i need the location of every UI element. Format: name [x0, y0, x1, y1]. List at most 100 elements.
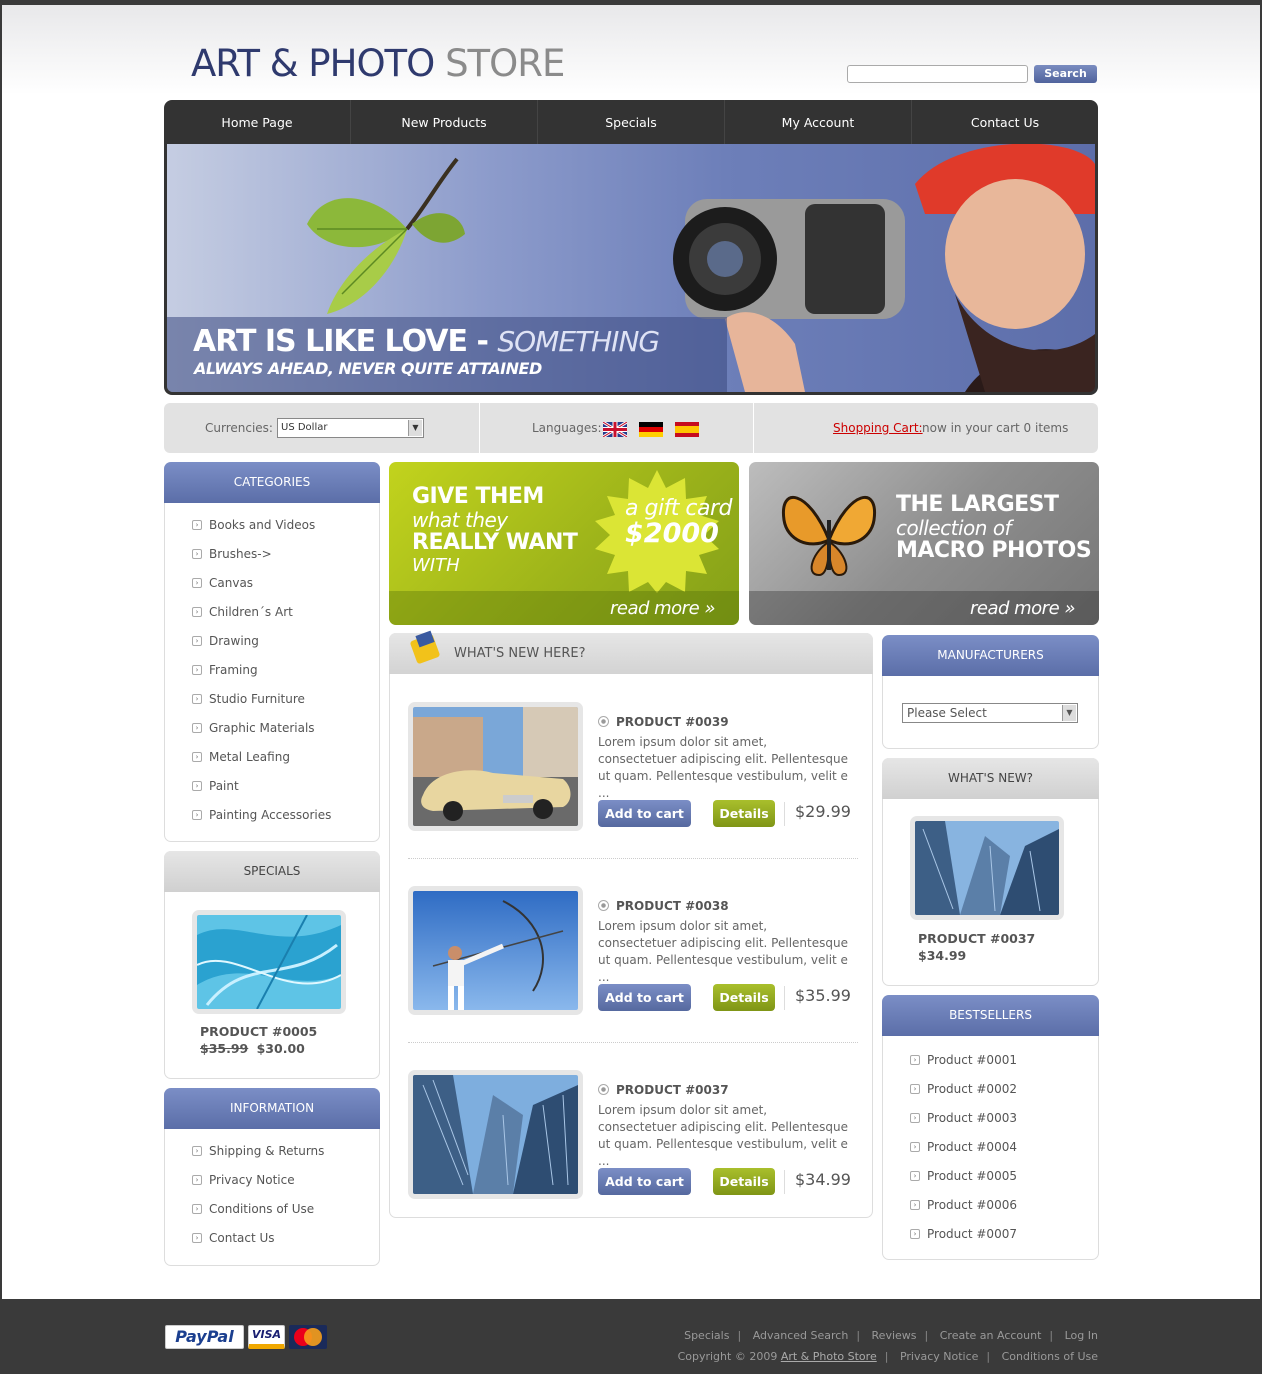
nav-new-products[interactable]: New Products [351, 100, 538, 144]
manufacturers-select-value: Please Select [907, 706, 987, 720]
product-image[interactable] [408, 702, 583, 831]
pipe-divider: | [856, 1329, 861, 1342]
product-name[interactable]: PRODUCT #0039 [598, 715, 729, 729]
footer: PayPal VISA Specials | Advanced Search | R… [0, 1299, 1262, 1374]
bestsellers-list: › Product #0001 › Product #0002 › Product #… [910, 1052, 1017, 1255]
bestsellers-title: BESTSELLERS [882, 995, 1099, 1036]
specials-product-image[interactable] [192, 910, 346, 1014]
categories-title: CATEGORIES [164, 462, 380, 503]
macro-photos-promo[interactable]: THE LARGEST collection of MACRO PHOTOS r… [749, 462, 1099, 625]
pipe-divider: | [737, 1329, 742, 1342]
product-image[interactable] [408, 886, 583, 1015]
category-item[interactable]: › Paint [192, 778, 331, 807]
toolbar-divider [479, 403, 480, 453]
gift-read-more-link[interactable]: read more » [610, 598, 716, 619]
product-name[interactable]: PRODUCT #0037 [598, 1083, 729, 1097]
radio-icon [598, 1084, 609, 1095]
category-item[interactable]: › Metal Leafing [192, 749, 331, 778]
bestseller-item[interactable]: › Product #0001 [910, 1052, 1017, 1081]
copyright-store-link[interactable]: Art & Photo Store [781, 1350, 877, 1363]
nav-my-account[interactable]: My Account [725, 100, 912, 144]
nav-home[interactable]: Home Page [164, 100, 351, 144]
category-item[interactable]: › Framing [192, 662, 331, 691]
macro-read-more-link[interactable]: read more » [970, 598, 1076, 619]
category-item[interactable]: › Painting Accessories [192, 807, 331, 836]
product-description: Lorem ipsum dolor sit amet, consectetuer… [598, 1103, 848, 1168]
add-to-cart-button[interactable]: Add to cart [598, 800, 691, 827]
category-item[interactable]: › Drawing [192, 633, 331, 662]
radio-icon [598, 900, 609, 911]
banner-title: ART IS LIKE LOVE - SOMETHING [193, 324, 660, 359]
nav-contact-us[interactable]: Contact Us [912, 100, 1098, 144]
currency-select[interactable]: US Dollar ▼ [277, 418, 424, 438]
footer-link-advanced-search[interactable]: Advanced Search [753, 1329, 849, 1342]
add-to-cart-button[interactable]: Add to cart [598, 1168, 691, 1195]
flag-germany-icon[interactable] [639, 422, 663, 437]
product-name[interactable]: PRODUCT #0038 [598, 899, 729, 913]
bestseller-item[interactable]: › Product #0006 [910, 1197, 1017, 1226]
category-item[interactable]: › Canvas [192, 575, 331, 604]
footer-conditions-link[interactable]: Conditions of Use [1002, 1350, 1098, 1363]
arrow-bullet-icon: › [192, 694, 202, 704]
blue-abstract-image [197, 915, 341, 1009]
add-to-cart-button[interactable]: Add to cart [598, 984, 691, 1011]
search-button[interactable]: Search [1034, 65, 1097, 83]
footer-links: Specials | Advanced Search | Reviews | Crea… [684, 1329, 1098, 1342]
info-item[interactable]: › Shipping & Returns [192, 1143, 324, 1172]
bestseller-item[interactable]: › Product #0005 [910, 1168, 1017, 1197]
footer-copyright: Copyright © 2009 Art & Photo Store | Priv… [678, 1350, 1098, 1363]
bestseller-item[interactable]: › Product #0002 [910, 1081, 1017, 1110]
side-product-price: $34.99 [918, 948, 967, 963]
pipe-divider: | [986, 1350, 991, 1363]
whats-new-title: WHAT'S NEW HERE? [454, 646, 586, 661]
toolbar: Currencies: US Dollar ▼ Languages: Shopp… [164, 403, 1098, 453]
details-button[interactable]: Details [713, 984, 775, 1011]
dropdown-arrow-icon: ▼ [408, 420, 422, 436]
footer-link-create-account[interactable]: Create an Account [940, 1329, 1042, 1342]
details-button[interactable]: Details [713, 800, 775, 827]
flag-uk-icon[interactable] [603, 422, 627, 437]
product-price: $34.99 [795, 1170, 851, 1189]
gift-card-promo[interactable]: GIVE THEM what they REALLY WANT WITH a g… [389, 462, 739, 625]
category-item[interactable]: › Books and Videos [192, 517, 331, 546]
gift-line-2: what they [412, 508, 508, 532]
arrow-bullet-icon: › [192, 607, 202, 617]
category-item[interactable]: › Graphic Materials [192, 720, 331, 749]
arrow-bullet-icon: › [192, 1146, 202, 1156]
manufacturers-select[interactable]: Please Select ▼ [902, 703, 1078, 723]
shopping-cart-link[interactable]: Shopping Cart: [833, 421, 923, 435]
categories-box: CATEGORIES › Books and Videos › Brushes-> … [164, 462, 380, 842]
product-image[interactable] [408, 1070, 583, 1199]
details-button[interactable]: Details [713, 1168, 775, 1195]
skyscrapers-image [413, 1075, 578, 1194]
bestseller-item[interactable]: › Product #0003 [910, 1110, 1017, 1139]
side-product-name[interactable]: PRODUCT #0037 [918, 931, 1035, 946]
footer-privacy-link[interactable]: Privacy Notice [900, 1350, 978, 1363]
category-item[interactable]: › Children´s Art [192, 604, 331, 633]
info-item[interactable]: › Conditions of Use [192, 1201, 324, 1230]
bestseller-item[interactable]: › Product #0007 [910, 1226, 1017, 1255]
category-item[interactable]: › Studio Furniture [192, 691, 331, 720]
arrow-bullet-icon: › [192, 636, 202, 646]
store-logo[interactable]: ART & PHOTO STORE [191, 42, 565, 85]
side-product-image[interactable] [910, 816, 1064, 920]
bestseller-item[interactable]: › Product #0004 [910, 1139, 1017, 1168]
product-row: PRODUCT #0038 Lorem ipsum dolor sit amet… [408, 886, 858, 1016]
footer-link-log-in[interactable]: Log In [1065, 1329, 1098, 1342]
price-divider [784, 1170, 785, 1194]
search-input[interactable] [847, 65, 1028, 83]
footer-link-specials[interactable]: Specials [684, 1329, 729, 1342]
product-description: Lorem ipsum dolor sit amet, consectetuer… [598, 735, 848, 800]
languages-label: Languages: [532, 421, 602, 435]
nav-specials[interactable]: Specials [538, 100, 725, 144]
info-item[interactable]: › Privacy Notice [192, 1172, 324, 1201]
arrow-bullet-icon: › [910, 1055, 920, 1065]
whats-new-side-box: WHAT'S NEW? PRODUCT #0037 $34.99 [882, 758, 1099, 986]
category-item[interactable]: › Brushes-> [192, 546, 331, 575]
footer-link-reviews[interactable]: Reviews [872, 1329, 917, 1342]
butterfly-image [781, 496, 877, 577]
specials-product-name[interactable]: PRODUCT #0005 [200, 1024, 317, 1039]
info-item[interactable]: › Contact Us [192, 1230, 324, 1259]
toolbar-divider [753, 403, 754, 453]
flag-spain-icon[interactable] [675, 422, 699, 437]
